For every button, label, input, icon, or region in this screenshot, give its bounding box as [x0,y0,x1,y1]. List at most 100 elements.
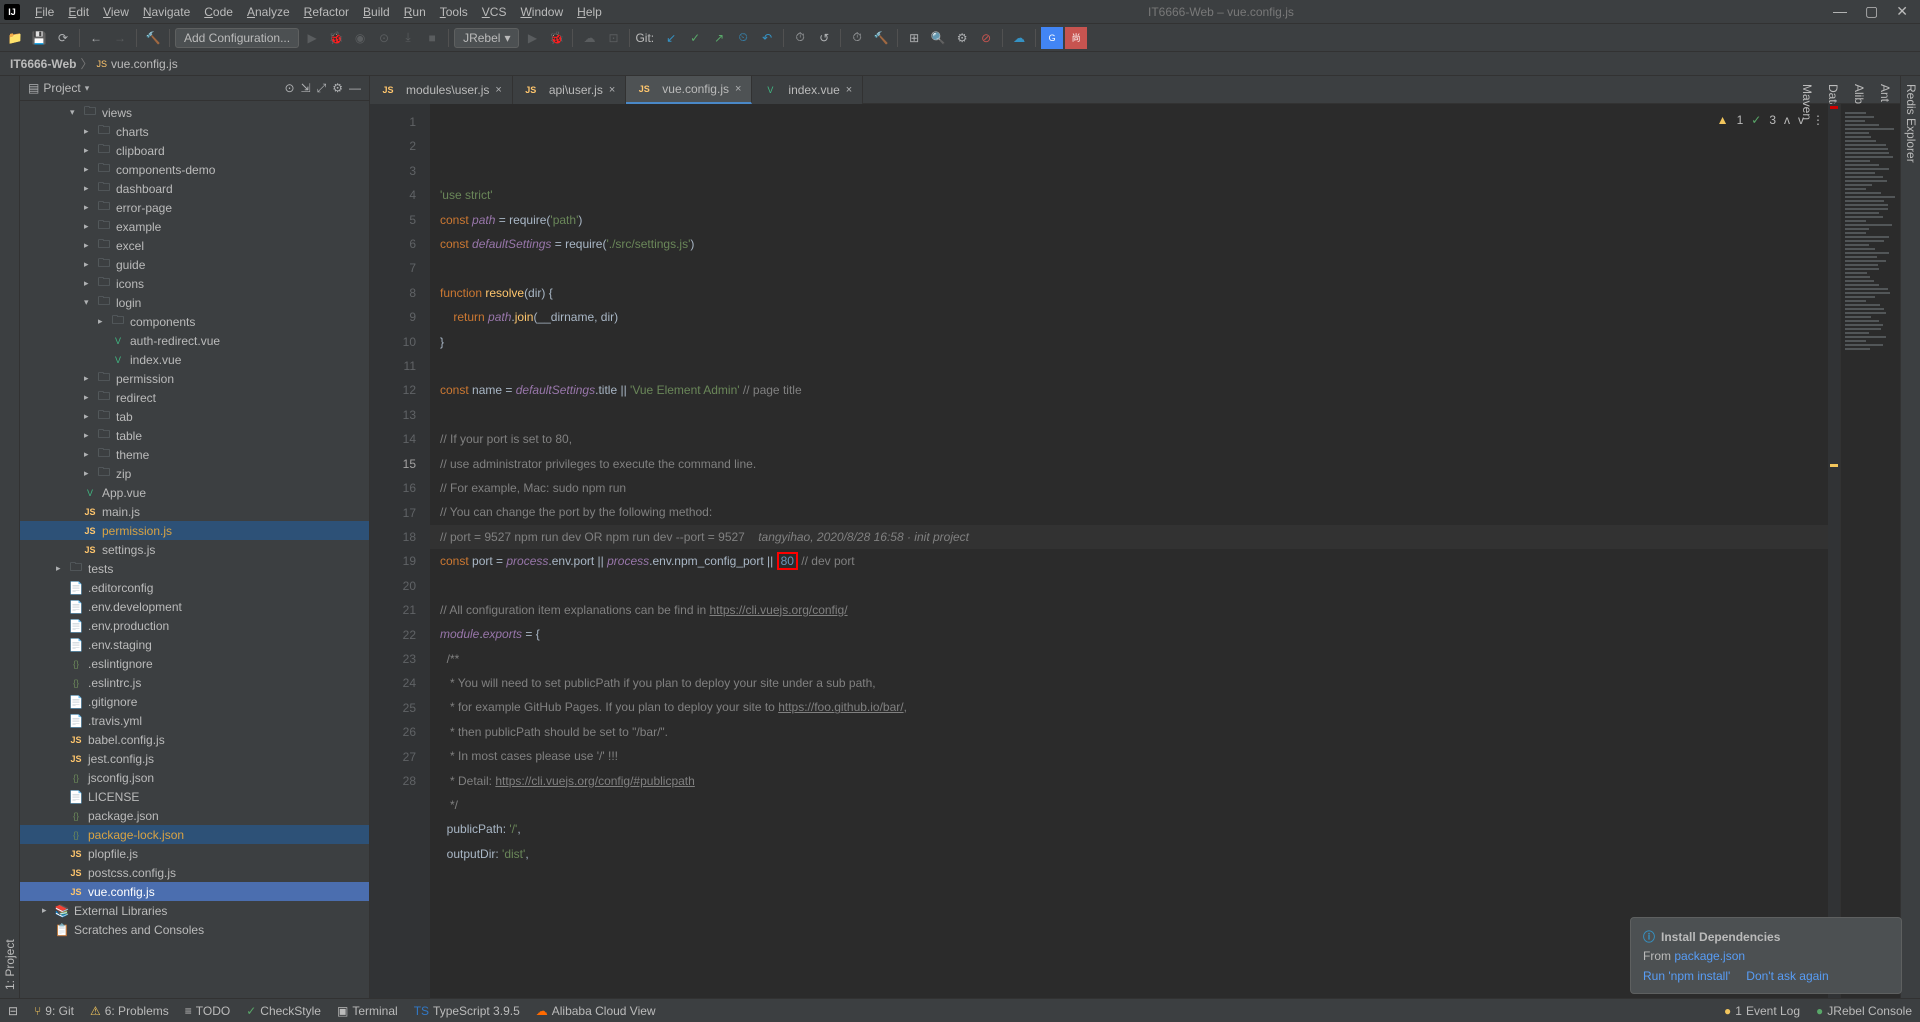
menu-edit[interactable]: Edit [61,5,96,19]
attach-icon[interactable]: ⤓ [397,27,419,49]
close-button[interactable]: ✕ [1896,3,1908,20]
tree-item[interactable]: VApp.vue [20,483,369,502]
tree-item[interactable]: 📄.env.development [20,597,369,616]
menu-view[interactable]: View [96,5,136,19]
run-icon[interactable]: ▶ [301,27,323,49]
maximize-button[interactable]: ▢ [1865,3,1878,20]
close-icon[interactable]: × [609,84,615,96]
open-icon[interactable]: 📁 [4,27,26,49]
vcs-push-icon[interactable]: ↗ [708,27,730,49]
coverage-icon[interactable]: ◉ [349,27,371,49]
jrebel-run-icon[interactable]: ▶ [521,27,543,49]
jrebel-cloud-icon[interactable]: ☁ [578,27,600,49]
editor-tab[interactable]: JSvue.config.js× [626,76,752,104]
editor-tab[interactable]: JSapi\user.js× [513,76,626,104]
plugin-icon[interactable]: 尚 [1065,27,1087,49]
tree-item[interactable]: 📄.editorconfig [20,578,369,597]
expand-icon[interactable]: ⇲ [301,81,311,96]
jrebel-test-icon[interactable]: ⊡ [602,27,624,49]
menu-build[interactable]: Build [356,5,397,19]
tree-item[interactable]: {}.eslintignore [20,654,369,673]
tree-item[interactable]: 📄LICENSE [20,787,369,806]
tree-item[interactable]: 📄.gitignore [20,692,369,711]
tree-item[interactable]: JSplopfile.js [20,844,369,863]
tree-item[interactable]: {}.eslintrc.js [20,673,369,692]
prev-highlight-icon[interactable]: ʌ [1784,108,1790,132]
search-icon[interactable]: 🔍 [927,27,949,49]
save-icon[interactable]: 💾 [28,27,50,49]
collapse-icon[interactable]: ⤢ [317,81,327,96]
tree-item[interactable]: ▾🗀views [20,103,369,122]
tree-item[interactable]: ▸🗀guide [20,255,369,274]
clock-icon[interactable]: ⏱ [789,27,811,49]
menu-refactor[interactable]: Refactor [297,5,356,19]
project-tree[interactable]: ▾🗀views▸🗀charts▸🗀clipboard▸🗀components-d… [20,101,369,998]
jrebel-selector[interactable]: JRebel▾ [454,28,519,48]
line-gutter[interactable]: 1234567891011121314151617181920212223242… [370,104,430,998]
close-icon[interactable]: × [735,83,741,95]
settings-icon[interactable]: ⚙ [951,27,973,49]
vcs-rollback-icon[interactable]: ↶ [756,27,778,49]
editor-tab[interactable]: Vindex.vue× [752,76,863,104]
status-jrebel[interactable]: ●JRebel Console [1816,1004,1912,1018]
settings-icon[interactable]: ⚙ [332,81,343,96]
status-alibaba[interactable]: ☁Alibaba Cloud View [536,1004,656,1018]
menu-tools[interactable]: Tools [433,5,475,19]
vcs-commit-icon[interactable]: ✓ [684,27,706,49]
notif-dont-ask[interactable]: Don't ask again [1746,969,1828,983]
left-panel-1--project[interactable]: 1: Project [3,84,17,990]
status-problems[interactable]: ⚠6: Problems [90,1004,169,1018]
next-highlight-icon[interactable]: v [1798,108,1804,132]
tree-item[interactable]: ▸🗀theme [20,445,369,464]
tree-item[interactable]: JSvue.config.js [20,882,369,901]
build-icon[interactable]: 🔨 [142,27,164,49]
tree-item[interactable]: ▸📚External Libraries [20,901,369,920]
tree-item[interactable]: ▾🗀login [20,293,369,312]
marker-bar[interactable] [1828,104,1840,998]
tree-item[interactable]: 📄.env.staging [20,635,369,654]
tree-item[interactable]: JSjest.config.js [20,749,369,768]
close-icon[interactable]: × [495,84,501,96]
sync-icon[interactable]: ⟳ [52,27,74,49]
tree-item[interactable]: ▸🗀tests [20,559,369,578]
tree-item[interactable]: ▸🗀permission [20,369,369,388]
tree-item[interactable]: {}package-lock.json [20,825,369,844]
tree-item[interactable]: {}jsconfig.json [20,768,369,787]
translate-icon[interactable]: G [1041,27,1063,49]
menu-code[interactable]: Code [197,5,240,19]
inspections-widget[interactable]: ▲1 ✓3 ʌ v ⋮ [1717,108,1824,132]
close-icon[interactable]: × [846,84,852,96]
tree-item[interactable]: ▸🗀error-page [20,198,369,217]
tree-item[interactable]: {}package.json [20,806,369,825]
status-typescript[interactable]: TSTypeScript 3.9.5 [414,1004,520,1018]
run-config-selector[interactable]: Add Configuration... [175,28,299,48]
status-checkstyle[interactable]: ✓CheckStyle [246,1004,321,1018]
tree-item[interactable]: ▸🗀dashboard [20,179,369,198]
hammer-icon[interactable]: 🔨 [870,27,892,49]
vcs-history-icon[interactable]: ⏲ [732,27,754,49]
minimap[interactable] [1840,104,1900,998]
chevron-down-icon[interactable]: ▾ [85,83,90,94]
tree-item[interactable]: 📄.env.production [20,616,369,635]
menu-run[interactable]: Run [397,5,433,19]
tree-item[interactable]: ▸🗀components [20,312,369,331]
profile-icon[interactable]: ⊙ [373,27,395,49]
code-editor[interactable]: ▲1 ✓3 ʌ v ⋮ 'use strict'const path = req… [430,104,1828,998]
tree-item[interactable]: ▸🗀table [20,426,369,445]
select-opened-icon[interactable]: ⊙ [285,81,295,96]
minimize-button[interactable]: — [1833,3,1847,20]
menu-analyze[interactable]: Analyze [240,5,297,19]
tree-item[interactable]: JSpermission.js [20,521,369,540]
stop-icon[interactable]: ■ [421,27,443,49]
tree-item[interactable]: ▸🗀redirect [20,388,369,407]
right-panel-redis-explorer[interactable]: Redis Explorer [1904,84,1918,990]
debug-icon[interactable]: 🐞 [325,27,347,49]
notif-run-install[interactable]: Run 'npm install' [1643,969,1730,983]
tree-item[interactable]: 📋Scratches and Consoles [20,920,369,939]
stop-all-icon[interactable]: ⊘ [975,27,997,49]
tree-item[interactable]: 📄.travis.yml [20,711,369,730]
tree-item[interactable]: JSbabel.config.js [20,730,369,749]
hide-tool-windows-icon[interactable]: ⊟ [8,1004,18,1018]
breadcrumb-file[interactable]: vue.config.js [111,57,178,71]
menu-help[interactable]: Help [570,5,609,19]
